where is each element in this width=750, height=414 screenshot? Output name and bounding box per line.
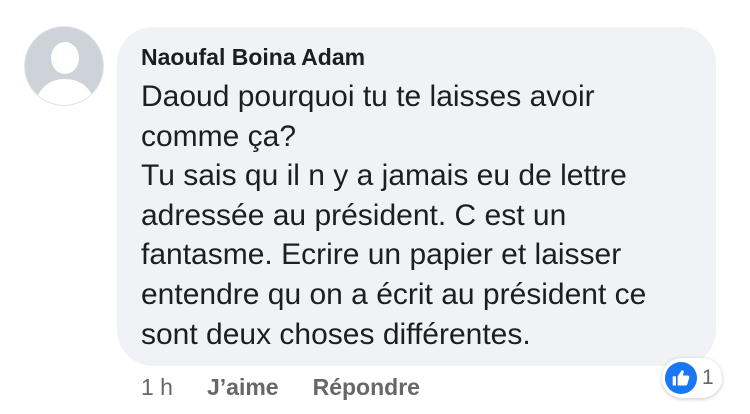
comment-author-name[interactable]: Naoufal Boina Adam (141, 44, 365, 71)
avatar[interactable] (24, 26, 104, 106)
reaction-count: 1 (702, 366, 714, 389)
comment-actions: 1 h J’aime Répondre (141, 371, 420, 403)
comment-timestamp[interactable]: 1 h (141, 374, 173, 401)
reply-button[interactable]: Répondre (313, 374, 420, 401)
like-button[interactable]: J’aime (207, 374, 279, 401)
default-profile-icon (25, 27, 103, 105)
comment-bubble: Naoufal Boina Adam Daoud pourquoi tu te … (117, 27, 716, 366)
thumbs-up-icon (665, 362, 697, 394)
comment-container: Naoufal Boina Adam Daoud pourquoi tu te … (0, 0, 750, 414)
comment-text: Daoud pourquoi tu te laisses avoir comme… (141, 80, 647, 351)
reaction-summary[interactable]: 1 (662, 358, 722, 398)
